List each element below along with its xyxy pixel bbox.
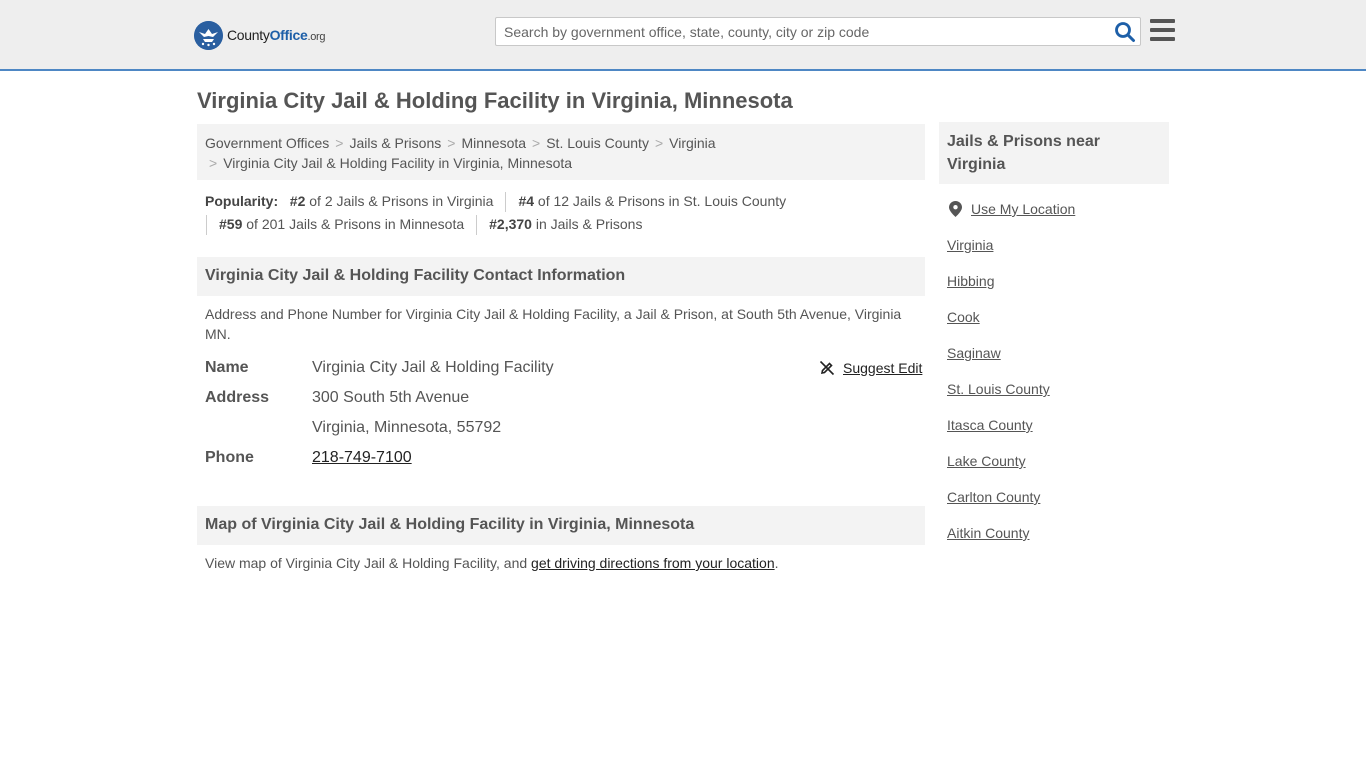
site-logo[interactable]: CountyOffice.org: [194, 20, 326, 50]
sidebar-heading: Jails & Prisons near Virginia: [939, 122, 1169, 184]
breadcrumb-separator: >: [532, 135, 541, 151]
pencil-off-icon: [819, 360, 835, 376]
popularity-ranks: Popularity: #2 of 2 Jails & Prisons in V…: [205, 190, 925, 236]
popularity-rank-national: #2,370 in Jails & Prisons: [489, 216, 643, 232]
logo-text: CountyOffice.org: [227, 27, 326, 43]
map-description: View map of Virginia City Jail & Holding…: [205, 555, 779, 571]
top-header: CountyOffice.org: [0, 0, 1366, 71]
address-label: Address: [205, 389, 270, 406]
driving-directions-link[interactable]: get driving directions from your locatio…: [531, 555, 775, 571]
phone-link[interactable]: 218-749-7100: [312, 449, 412, 466]
eagle-logo-icon: [194, 20, 223, 50]
divider: [206, 214, 207, 235]
divider: [476, 214, 478, 235]
sidebar-link-virginia[interactable]: Virginia: [947, 237, 993, 253]
hamburger-menu-icon[interactable]: [1150, 19, 1175, 41]
contact-section-heading: Virginia City Jail & Holding Facility Co…: [197, 257, 925, 296]
divider: [505, 191, 507, 212]
map-section-heading: Map of Virginia City Jail & Holding Faci…: [197, 506, 925, 545]
search-box: [495, 17, 1141, 46]
sidebar-link-cook[interactable]: Cook: [947, 309, 980, 325]
breadcrumb-government-offices[interactable]: Government Offices: [205, 135, 329, 151]
breadcrumb-separator: >: [654, 135, 664, 151]
popularity-rank-city: Popularity: #2 of 2 Jails & Prisons in V…: [205, 193, 494, 209]
search-input[interactable]: [496, 18, 1096, 45]
sidebar-link-carlton-county[interactable]: Carlton County: [947, 489, 1040, 505]
breadcrumb: Government Offices > Jails & Prisons > Minne…: [197, 124, 925, 180]
name-label: Name: [205, 359, 249, 376]
popularity-label: Popularity:: [205, 193, 279, 209]
breadcrumb-separator: >: [335, 135, 344, 151]
breadcrumb-separator: >: [447, 135, 456, 151]
popularity-rank-state: #59 of 201 Jails & Prisons in Minnesota: [219, 216, 465, 232]
sidebar-link-st-louis-county[interactable]: St. Louis County: [947, 381, 1050, 397]
sidebar-link-itasca-county[interactable]: Itasca County: [947, 417, 1033, 433]
sidebar-link-lake-county[interactable]: Lake County: [947, 453, 1026, 469]
sidebar-link-hibbing[interactable]: Hibbing: [947, 273, 994, 289]
search-icon[interactable]: [1114, 21, 1136, 43]
breadcrumb-minnesota[interactable]: Minnesota: [461, 135, 526, 151]
address-line-2: Virginia, Minnesota, 55792: [312, 419, 502, 436]
sidebar-link-saginaw[interactable]: Saginaw: [947, 345, 1001, 361]
breadcrumb-st-louis-county[interactable]: St. Louis County: [546, 135, 649, 151]
breadcrumb-jails-prisons[interactable]: Jails & Prisons: [349, 135, 441, 151]
page-title: Virginia City Jail & Holding Facility in…: [197, 88, 793, 113]
use-my-location-link[interactable]: Use My Location: [971, 201, 1075, 217]
use-location: Use My Location: [949, 201, 1075, 217]
suggest-edit-link[interactable]: Suggest Edit: [819, 360, 922, 376]
breadcrumb-virginia[interactable]: Virginia: [669, 135, 715, 151]
breadcrumb-current: Virginia City Jail & Holding Facility in…: [223, 155, 573, 171]
phone-label: Phone: [205, 449, 254, 466]
name-value: Virginia City Jail & Holding Facility: [312, 359, 554, 376]
map-pin-icon: [949, 201, 962, 217]
contact-description: Address and Phone Number for Virginia Ci…: [205, 306, 902, 342]
breadcrumb-separator: >: [209, 155, 218, 171]
popularity-rank-county: #4 of 12 Jails & Prisons in St. Louis Co…: [518, 193, 787, 209]
address-line-1: 300 South 5th Avenue: [312, 389, 470, 406]
sidebar-link-aitkin-county[interactable]: Aitkin County: [947, 525, 1029, 541]
